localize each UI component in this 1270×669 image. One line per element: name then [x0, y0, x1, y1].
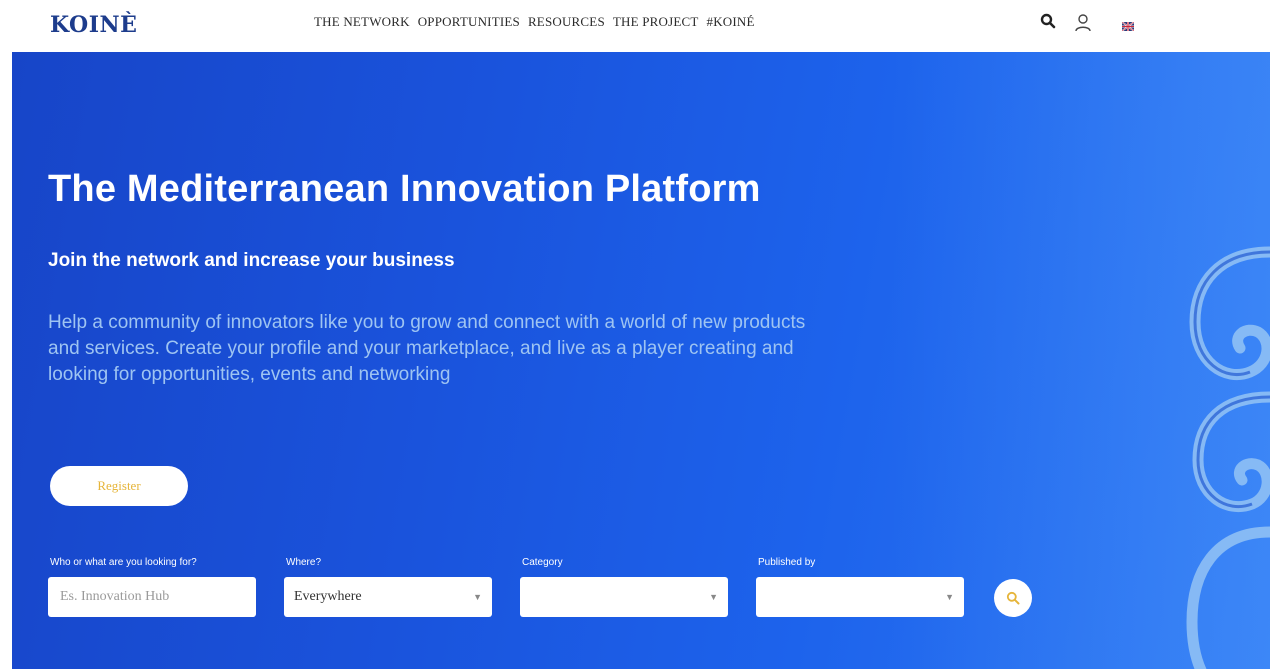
who-field-label: Who or what are you looking for? — [50, 557, 197, 568]
top-navigation-bar: KOINÈ THE NETWORK OPPORTUNITIES RESOURCE… — [0, 0, 1270, 52]
chevron-down-icon: ▼ — [709, 592, 718, 602]
search-icon[interactable] — [1040, 13, 1056, 34]
published-by-field-label: Published by — [758, 557, 816, 568]
wave-spiral-decoration — [1186, 246, 1270, 669]
nav-item-the-project[interactable]: THE PROJECT — [613, 14, 699, 30]
published-by-select[interactable]: ▼ — [756, 577, 964, 617]
register-button[interactable]: Register — [50, 466, 188, 506]
who-search-input[interactable] — [58, 588, 246, 606]
hero-subtitle: Join the network and increase your busin… — [48, 250, 455, 271]
category-select[interactable]: ▼ — [520, 577, 728, 617]
where-field-label: Where? — [286, 557, 322, 568]
flag-uk-icon[interactable] — [1121, 18, 1135, 36]
site-logo[interactable]: KOINÈ — [50, 12, 137, 38]
main-navigation: THE NETWORK OPPORTUNITIES RESOURCES THE … — [314, 14, 755, 30]
where-select-value: Everywhere — [294, 589, 362, 604]
where-select[interactable]: Everywhere ▼ — [284, 577, 492, 617]
chevron-down-icon: ▼ — [473, 592, 482, 602]
chevron-down-icon: ▼ — [945, 592, 954, 602]
who-search-field — [48, 577, 256, 617]
nav-item-the-network[interactable]: THE NETWORK — [314, 14, 410, 30]
hero-description: Help a community of innovators like you … — [48, 312, 806, 385]
category-field-label: Category — [522, 557, 563, 568]
search-submit-button[interactable] — [994, 579, 1032, 617]
nav-item-resources[interactable]: RESOURCES — [528, 14, 605, 30]
user-icon[interactable] — [1074, 13, 1092, 38]
hero-banner: The Mediterranean Innovation Platform Jo… — [12, 52, 1270, 669]
nav-item-koine-hashtag[interactable]: #KOINÉ — [707, 14, 755, 30]
search-icon — [1006, 591, 1020, 605]
nav-item-opportunities[interactable]: OPPORTUNITIES — [418, 14, 520, 30]
hero-title: The Mediterranean Innovation Platform — [48, 168, 761, 210]
